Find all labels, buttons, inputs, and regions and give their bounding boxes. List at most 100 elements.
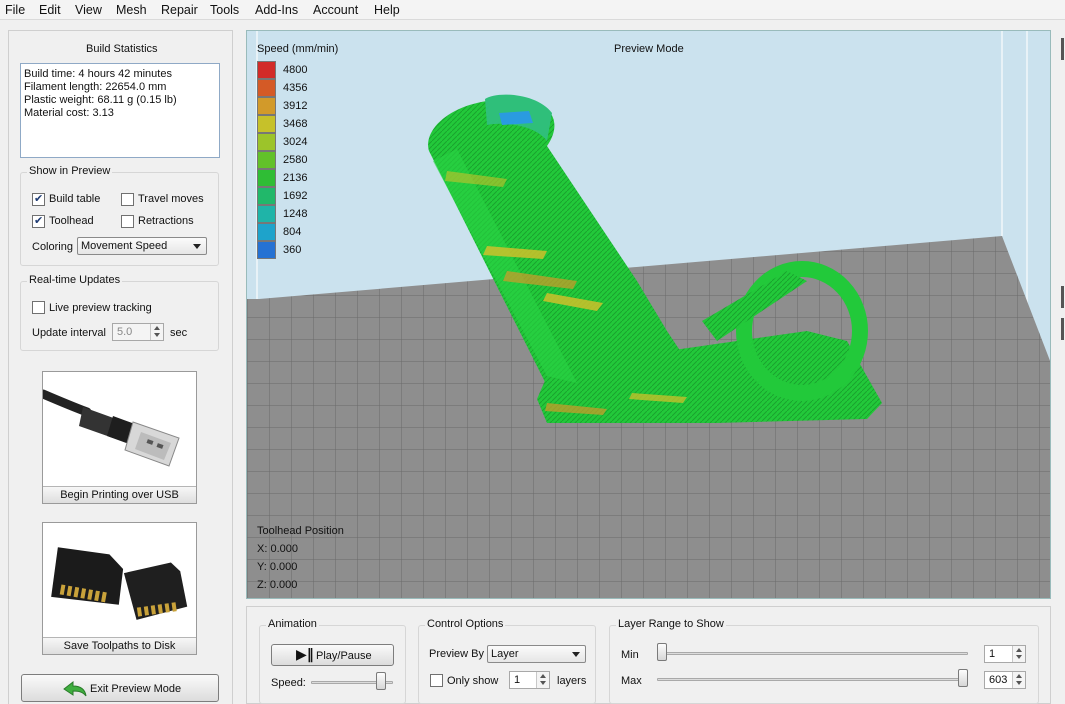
travel-moves-checkbox[interactable] [121, 193, 134, 206]
only-show-value: 1 [514, 674, 521, 686]
legend-value: 3024 [283, 136, 308, 148]
retractions-checkbox[interactable] [121, 215, 134, 228]
menu-bar: File Edit View Mesh Repair Tools Add-Ins… [0, 0, 1065, 20]
right-edge [1058, 30, 1065, 704]
live-preview-tracking-label: Live preview tracking [49, 302, 152, 314]
legend-value: 2580 [283, 154, 308, 166]
spin-down-icon[interactable] [540, 681, 546, 685]
menu-tools[interactable]: Tools [210, 3, 239, 17]
legend-value: 1692 [283, 190, 308, 202]
control-options-title: Control Options [425, 618, 506, 630]
coloring-value: Movement Speed [81, 240, 168, 252]
legend-value: 4356 [283, 82, 308, 94]
legend-swatch [257, 241, 276, 259]
spin-down-icon[interactable] [1016, 655, 1022, 659]
build-stats-title: Build Statistics [86, 43, 158, 55]
only-show-spinbox[interactable]: 1 [509, 671, 550, 689]
play-pause-icon: ▶‖ [296, 647, 314, 663]
material-cost-text: Material cost: 3.13 [24, 107, 114, 119]
menu-edit[interactable]: Edit [39, 3, 61, 17]
layer-min-value: 1 [989, 648, 996, 660]
legend-swatch [257, 151, 276, 169]
usb-button-label: Begin Printing over USB [43, 486, 196, 503]
spin-down-icon[interactable] [1016, 681, 1022, 685]
legend-swatch [257, 205, 276, 223]
animation-speed-label: Speed: [271, 677, 306, 689]
chevron-down-icon [193, 244, 201, 249]
build-table-checkbox[interactable] [32, 192, 45, 206]
animation-speed-slider[interactable] [375, 672, 386, 690]
build-table-label: Build table [49, 193, 101, 205]
legend-swatch [257, 79, 276, 97]
update-interval-label: Update interval [32, 327, 106, 339]
animation-title: Animation [266, 618, 319, 630]
menu-help[interactable]: Help [374, 3, 400, 17]
build-time-text: Build time: 4 hours 42 minutes [24, 68, 172, 80]
spin-down-icon[interactable] [154, 333, 160, 337]
preview-mode-label: Preview Mode [614, 43, 684, 55]
legend-swatch [257, 133, 276, 151]
plastic-weight-text: Plastic weight: 68.11 g (0.15 lb) [24, 94, 177, 106]
travel-moves-label: Travel moves [138, 193, 204, 205]
legend-swatch [257, 169, 276, 187]
layer-range-title: Layer Range to Show [616, 618, 726, 630]
begin-printing-usb-button[interactable]: Begin Printing over USB [42, 371, 197, 504]
layer-range-group [609, 625, 1039, 704]
save-toolpaths-button[interactable]: Save Toolpaths to Disk [42, 522, 197, 655]
menu-repair[interactable]: Repair [161, 3, 198, 17]
preview-by-dropdown[interactable]: Layer [487, 645, 586, 663]
scene-3d [247, 31, 1050, 598]
menu-file[interactable]: File [5, 3, 25, 17]
menu-mesh[interactable]: Mesh [116, 3, 147, 17]
spin-up-icon[interactable] [1016, 674, 1022, 678]
layer-min-spinbox[interactable]: 1 [984, 645, 1026, 663]
legend-swatch [257, 61, 276, 79]
legend-title: Speed (mm/min) [257, 43, 339, 55]
only-show-checkbox[interactable] [430, 674, 443, 687]
usb-cable-icon [43, 389, 180, 467]
play-pause-button[interactable]: ▶‖ Play/Pause [271, 644, 394, 666]
legend-swatch [257, 115, 276, 133]
toolhead-y: Y: 0.000 [257, 561, 298, 573]
live-preview-tracking-checkbox[interactable] [32, 301, 45, 314]
play-pause-label: Play/Pause [316, 650, 372, 662]
preview-viewport[interactable]: Speed (mm/min) 4800 4356 3912 3468 3024 2580 2… [246, 30, 1051, 599]
toolhead-label: Toolhead [49, 215, 94, 227]
back-arrow-icon [63, 680, 87, 697]
build-stats-box: Build time: 4 hours 42 minutes Filament … [20, 63, 220, 158]
retractions-label: Retractions [138, 215, 194, 227]
spin-up-icon[interactable] [540, 674, 546, 678]
only-show-label: Only show [447, 675, 499, 687]
layer-max-track[interactable] [657, 678, 968, 681]
legend-value: 360 [283, 244, 302, 256]
layer-min-label: Min [621, 649, 639, 661]
filament-length-text: Filament length: 22654.0 mm [24, 81, 167, 93]
layer-min-track[interactable] [657, 652, 968, 655]
menu-view[interactable]: View [75, 3, 102, 17]
toolhead-checkbox[interactable] [32, 214, 45, 228]
layer-max-spinbox[interactable]: 603 [984, 671, 1026, 689]
layer-max-slider[interactable] [958, 669, 968, 687]
toolhead-position-title: Toolhead Position [257, 525, 344, 537]
show-in-preview-title: Show in Preview [27, 165, 113, 177]
chevron-down-icon [572, 652, 580, 657]
legend-swatch [257, 223, 276, 241]
coloring-dropdown[interactable]: Movement Speed [77, 237, 207, 255]
menu-add-ins[interactable]: Add-Ins [255, 3, 298, 17]
legend-value: 2136 [283, 172, 308, 184]
update-interval-spinbox[interactable]: 5.0 [112, 323, 164, 341]
spin-up-icon[interactable] [1016, 648, 1022, 652]
layer-max-value: 603 [989, 674, 1008, 686]
layer-min-slider[interactable] [657, 643, 667, 661]
spin-up-icon[interactable] [154, 326, 160, 330]
exit-preview-label: Exit Preview Mode [90, 683, 182, 695]
menu-account[interactable]: Account [313, 3, 358, 17]
legend-value: 1248 [283, 208, 308, 220]
exit-preview-mode-button[interactable]: Exit Preview Mode [21, 674, 219, 702]
legend-swatch [257, 97, 276, 115]
realtime-updates-title: Real-time Updates [27, 274, 123, 286]
legend-value: 3912 [283, 100, 308, 112]
update-interval-value: 5.0 [117, 326, 133, 338]
control-options-group [418, 625, 596, 704]
toolhead-z: Z: 0.000 [257, 579, 298, 591]
